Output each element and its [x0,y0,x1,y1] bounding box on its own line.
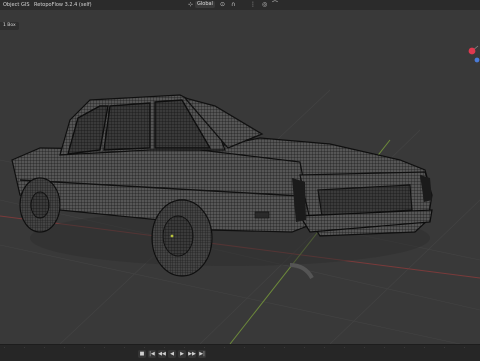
mode-menu[interactable]: Object [3,1,19,9]
z-axis-handle[interactable] [474,57,480,63]
ruler-tick: · [64,346,66,350]
ruler-tick: · [244,346,246,350]
ruler-tick: · [104,346,106,350]
play-button[interactable]: ▶ [178,350,186,358]
ruler-tick: · [224,346,226,350]
rear-wheel [151,199,213,277]
retopoflow-menu[interactable]: RetopoFlow 3.2.4 (self) [34,1,92,9]
ruler-tick: · [24,346,26,350]
proportional-falloff-icon[interactable]: ⌒ [272,1,278,9]
ruler-tick: · [124,346,126,350]
ruler-tick: · [444,346,446,350]
ruler-tick: · [344,346,346,350]
transform-orientation-select[interactable]: Global [195,1,215,8]
jump-end-button[interactable]: ▶| [198,350,206,358]
car-wireframe-render [0,89,480,344]
front-wheel [19,177,61,233]
ruler-tick: · [464,346,466,350]
magnet-icon[interactable]: ∩ [231,1,235,9]
pivot-icon[interactable]: ⊙ [220,1,225,9]
proportional-edit-icon[interactable]: ◎ [262,1,267,9]
ruler-tick: · [324,346,326,350]
ruler-tick: · [84,346,86,350]
x-axis-handle[interactable] [468,47,476,55]
prev-keyframe-button[interactable]: ◀◀ [158,350,166,358]
playback-controls: ■ |◀ ◀◀ ◀ ▶ ▶▶ ▶| [138,350,206,359]
viewport-mode-chip[interactable]: 1 Box [0,22,19,30]
play-reverse-button[interactable]: ◀ [168,350,176,358]
ruler-tick: · [384,346,386,350]
timeline-ruler[interactable]: · · · · · · · · · · · · · · · · · · · · · · · · [0,345,480,351]
ruler-tick: · [4,346,6,350]
ruler-tick: · [284,346,286,350]
snap-target-icon[interactable]: ⋮ [250,1,256,9]
ruler-tick: · [364,346,366,350]
ruler-tick: · [44,346,46,350]
jump-start-button[interactable]: |◀ [148,350,156,358]
gis-menu[interactable]: GIS [21,1,30,9]
ruler-tick: · [304,346,306,350]
navigation-gizmo[interactable] [466,38,480,64]
next-keyframe-button[interactable]: ▶▶ [188,350,196,358]
ruler-tick: · [264,346,266,350]
axes-icon: ⊹ [188,1,194,8]
3d-viewport[interactable]: 1 Box [0,10,480,344]
timeline-panel: · · · · · · · · · · · · · · · · · · · · · · · · ■ |◀ ◀◀ ◀ ▶ ▶▶ … [0,344,480,361]
ruler-tick: · [424,346,426,350]
stop-button[interactable]: ■ [138,350,146,358]
ruler-tick: · [404,346,406,350]
